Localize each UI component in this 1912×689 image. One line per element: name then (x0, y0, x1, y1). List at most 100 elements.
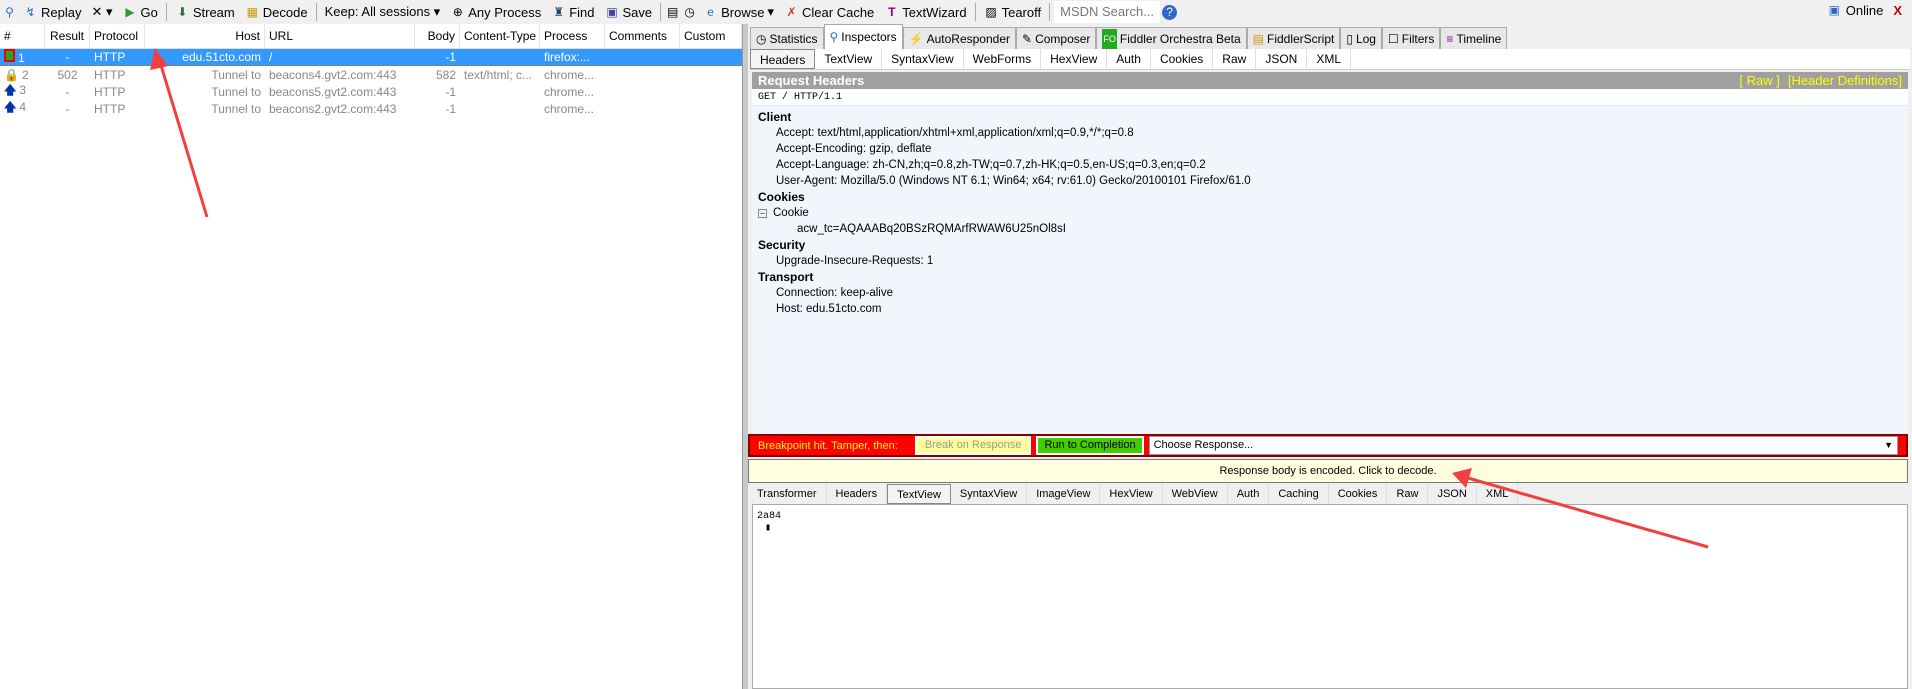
help-icon[interactable]: ? (1162, 4, 1178, 20)
response-tab-auth[interactable]: Auth (1228, 484, 1270, 504)
msdn-search-input[interactable]: MSDN Search... (1054, 1, 1161, 23)
request-tab-textview[interactable]: TextView (815, 49, 883, 69)
header-host[interactable]: Host: edu.51cto.com (752, 301, 1908, 317)
response-textview[interactable]: 2a84 ▮ (752, 504, 1908, 689)
request-tab-hexview[interactable]: HexView (1041, 49, 1108, 69)
play-icon: ▶ (125, 4, 135, 19)
column-header-process[interactable]: Process (540, 24, 605, 48)
remove-button[interactable]: ✕ ▾ (87, 1, 116, 23)
replay-button[interactable]: ↯ Replay (19, 1, 85, 23)
column-header-number[interactable]: # (0, 24, 45, 48)
tab-autoresponder[interactable]: ⚡ AutoResponder (902, 27, 1016, 49)
request-tab-auth[interactable]: Auth (1107, 49, 1151, 69)
tab-fiddlerscript[interactable]: ▤ FiddlerScript (1246, 27, 1341, 49)
stream-button[interactable]: ⬇ Stream (171, 1, 239, 23)
header-accept-language[interactable]: Accept-Language: zh-CN,zh;q=0.8,zh-TW;q=… (752, 157, 1908, 173)
cell-result: - (65, 101, 70, 116)
request-tab-raw[interactable]: Raw (1213, 49, 1257, 69)
textwizard-button[interactable]: T TextWizard (880, 1, 970, 23)
decode-button[interactable]: ▦ Decode (241, 1, 312, 23)
response-tab-xml[interactable]: XML (1477, 484, 1519, 504)
response-text-line: ▮ (765, 523, 772, 534)
process-filter-button[interactable]: ⊕ Any Process (446, 1, 545, 23)
cookie-value[interactable]: acw_tc=AQAAABq20BSzRQMArfRWAW6U25nOl8sI (752, 221, 1908, 237)
response-tab-hexview[interactable]: HexView (1100, 484, 1163, 504)
request-tab-cookies[interactable]: Cookies (1151, 49, 1214, 69)
choose-response-dropdown[interactable]: Choose Response... ▼ (1148, 436, 1898, 455)
separator (315, 3, 317, 21)
main-tabs: ◷ Statistics ⚲ Inspectors ⚡ AutoResponder ✎… (748, 24, 1912, 49)
cell-host: Tunnel to (211, 67, 261, 82)
search-icon[interactable]: ⚲ (2, 5, 17, 20)
group-client[interactable]: Client (752, 109, 1908, 125)
request-tab-headers[interactable]: Headers (750, 49, 816, 69)
toolbar: ⚲ ↯ Replay ✕ ▾ ▶ Go ⬇ Stream ▦ Decode Keep: … (0, 0, 1912, 24)
request-tab-syntaxview[interactable]: SyntaxView (882, 49, 964, 69)
cookie-node[interactable]: − Cookie (752, 205, 1908, 221)
response-tab-transformer[interactable]: Transformer (748, 484, 827, 504)
response-tab-webview[interactable]: WebView (1163, 484, 1228, 504)
inspector-panel: ◷ Statistics ⚲ Inspectors ⚡ AutoResponder ✎… (748, 24, 1912, 689)
collapse-icon[interactable]: − (758, 209, 767, 218)
request-tab-xml[interactable]: XML (1307, 49, 1352, 69)
column-header-host[interactable]: Host (145, 24, 265, 48)
column-header-result[interactable]: Result (45, 24, 90, 48)
response-tab-caching[interactable]: Caching (1269, 484, 1329, 504)
screenshot-icon[interactable]: ▤ (665, 5, 680, 20)
tab-filters[interactable]: ☐ Filters (1381, 27, 1441, 49)
header-definitions-link[interactable]: [Header Definitions] (1788, 72, 1902, 89)
group-cookies[interactable]: Cookies (752, 189, 1908, 205)
response-tab-cookies[interactable]: Cookies (1329, 484, 1388, 504)
column-header-comments[interactable]: Comments (605, 24, 680, 48)
session-row[interactable]: 🡅 3- HTTP Tunnel to beacons5.gvt2.com:443 -1 c… (0, 83, 742, 100)
tab-log[interactable]: ▯ Log (1340, 27, 1382, 49)
header-user-agent[interactable]: User-Agent: Mozilla/5.0 (Windows NT 6.1;… (752, 173, 1908, 189)
clear-cache-button[interactable]: ✗ Clear Cache (780, 1, 878, 23)
column-header-content-type[interactable]: Content-Type (460, 24, 540, 48)
group-security[interactable]: Security (752, 237, 1908, 253)
cell-process: firefox:... (544, 50, 591, 64)
response-tab-textview[interactable]: TextView (887, 484, 951, 504)
run-to-completion-button[interactable]: Run to Completion (1036, 436, 1144, 455)
online-status[interactable]: ▣ Online X (1827, 3, 1902, 18)
tab-inspectors[interactable]: ⚲ Inspectors (823, 24, 903, 49)
session-row[interactable]: 1 - HTTP edu.51cto.com / -1 firefox:... (0, 49, 742, 66)
header-accept-encoding[interactable]: Accept-Encoding: gzip, deflate (752, 141, 1908, 157)
raw-link[interactable]: [ Raw ] (1739, 72, 1779, 89)
response-tab-raw[interactable]: Raw (1387, 484, 1429, 504)
timer-icon[interactable]: ◷ (682, 5, 697, 20)
keep-sessions-dropdown[interactable]: Keep: All sessions ▾ (321, 1, 445, 23)
session-row[interactable]: 🔒 2 502 HTTP Tunnel to beacons4.gvt2.com:443 5… (0, 66, 742, 83)
fo-icon: FO (1102, 28, 1117, 49)
session-list[interactable]: # Result Protocol Host URL Body Content-… (0, 24, 742, 689)
header-connection[interactable]: Connection: keep-alive (752, 285, 1908, 301)
tab-fiddler-orchestra[interactable]: FO Fiddler Orchestra Beta (1096, 27, 1247, 49)
response-tab-headers[interactable]: Headers (827, 484, 888, 504)
response-tab-syntaxview[interactable]: SyntaxView (951, 484, 1028, 504)
go-button[interactable]: ▶ Go (119, 1, 162, 23)
find-button[interactable]: ♜ Find (547, 1, 598, 23)
tab-timeline[interactable]: ≡ Timeline (1440, 27, 1508, 49)
break-on-response-button[interactable]: Break on Response (914, 436, 1032, 455)
close-icon[interactable]: X (1893, 3, 1902, 18)
request-tab-webforms[interactable]: WebForms (964, 49, 1042, 69)
column-header-url[interactable]: URL (265, 24, 415, 48)
request-tab-json[interactable]: JSON (1256, 49, 1308, 69)
column-header-body[interactable]: Body (415, 24, 460, 48)
column-header-custom[interactable]: Custom (680, 24, 742, 48)
group-transport[interactable]: Transport (752, 269, 1908, 285)
tab-statistics[interactable]: ◷ Statistics (750, 27, 824, 49)
script-icon: ▤ (1252, 31, 1264, 46)
column-header-protocol[interactable]: Protocol (90, 24, 145, 48)
session-row[interactable]: 🡅 4 - HTTP Tunnel to beacons2.gvt2.com:443 -1 c… (0, 100, 742, 117)
save-button[interactable]: ▣ Save (601, 1, 657, 23)
tab-composer[interactable]: ✎ Composer (1016, 27, 1097, 49)
browse-button[interactable]: e Browse ▾ (699, 1, 778, 23)
tearoff-button[interactable]: ▨ Tearoff (980, 1, 1046, 23)
decode-notice[interactable]: Response body is encoded. Click to decod… (748, 459, 1908, 483)
header-upgrade-insecure[interactable]: Upgrade-Insecure-Requests: 1 (752, 253, 1908, 269)
response-tab-imageview[interactable]: ImageView (1027, 484, 1101, 504)
header-accept[interactable]: Accept: text/html,application/xhtml+xml,… (752, 125, 1908, 141)
cell-host: edu.51cto.com (182, 50, 261, 64)
response-tab-json[interactable]: JSON (1428, 484, 1477, 504)
